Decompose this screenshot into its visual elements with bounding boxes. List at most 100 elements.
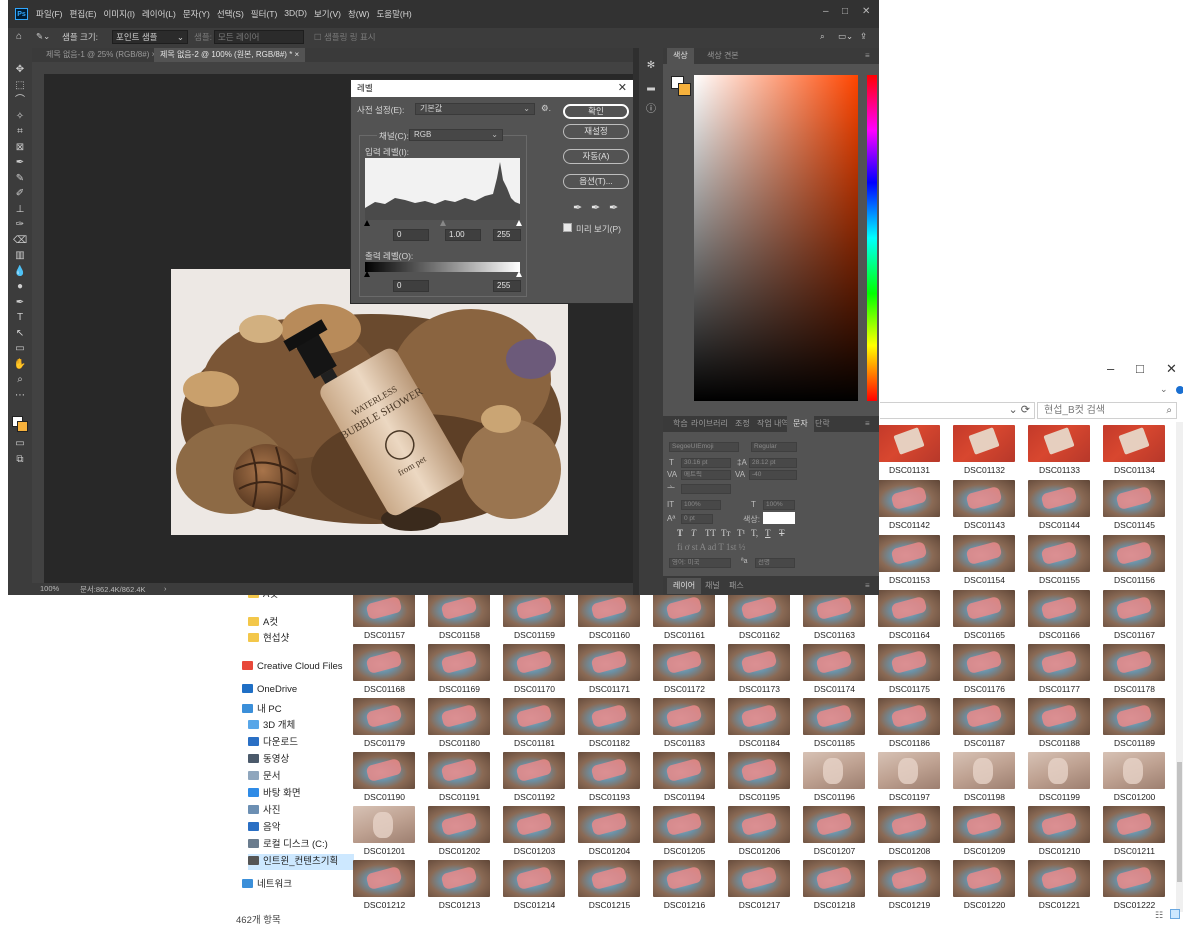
channel-select[interactable]: RGB ⌄ <box>409 129 503 141</box>
ps-close-button[interactable]: ✕ <box>862 6 870 17</box>
sidebar-item-12[interactable]: 음악 <box>248 820 280 836</box>
file-item[interactable]: DSC01200 <box>1097 752 1172 805</box>
background-color-swatch[interactable] <box>17 421 28 432</box>
help-icon[interactable] <box>1176 386 1183 394</box>
close-button[interactable]: ✕ <box>1166 361 1177 377</box>
tracking-field[interactable]: -40 <box>749 470 797 480</box>
char-tab-5[interactable]: 단락 <box>809 416 836 432</box>
levels-title-bar[interactable]: 레벨 ✕ <box>351 80 633 97</box>
file-item[interactable]: DSC01207 <box>797 806 872 859</box>
file-item[interactable]: DSC01179 <box>347 698 422 751</box>
white-point-eyedropper-icon[interactable]: ✒ <box>609 201 618 214</box>
search-input[interactable]: 현섭_B컷 검색 <box>1044 405 1105 416</box>
file-item[interactable]: DSC01208 <box>872 806 947 859</box>
eyedropper-tool-icon[interactable]: ✎⌄ <box>36 31 50 42</box>
sidebar-item-5[interactable]: 내 PC <box>242 702 282 718</box>
menu-item-10[interactable]: 도움말(H) <box>376 8 411 20</box>
file-item[interactable]: DSC01131 <box>872 425 947 478</box>
menu-item-8[interactable]: 보기(V) <box>314 8 341 20</box>
sidebar-item-15[interactable]: 네트워크 <box>242 877 292 893</box>
sidebar-item-7[interactable]: 다운로드 <box>248 735 298 751</box>
close-icon[interactable]: ✕ <box>618 80 627 97</box>
output-white-slider[interactable] <box>516 271 522 277</box>
opentype-ligatures-row[interactable]: fi ơ st A ad T 1st ½ <box>677 542 745 552</box>
dodge-tool-icon[interactable]: ● <box>13 281 27 293</box>
chevron-down-icon[interactable]: ⌄ <box>1160 384 1168 395</box>
reset-button[interactable]: 재설정 <box>563 124 629 139</box>
lasso-tool-icon[interactable]: ⌒ <box>13 95 27 107</box>
file-item[interactable]: DSC01165 <box>947 590 1022 643</box>
preset-options-icon[interactable]: ⚙. <box>541 103 551 114</box>
move-tool-icon[interactable]: ✥ <box>13 64 27 76</box>
eyedropper-tool-icon[interactable]: ✒ <box>13 157 27 169</box>
file-item[interactable]: DSC01192 <box>497 752 572 805</box>
file-item[interactable]: DSC01177 <box>1022 644 1097 697</box>
file-item[interactable]: DSC01145 <box>1097 480 1172 533</box>
file-item[interactable]: DSC01189 <box>1097 698 1172 751</box>
home-icon[interactable]: ⌂ <box>16 31 22 42</box>
file-item[interactable]: DSC01170 <box>497 644 572 697</box>
small-caps-button[interactable]: Tт <box>721 528 730 538</box>
color-swatches[interactable] <box>671 76 693 98</box>
file-item[interactable]: DSC01134 <box>1097 425 1172 478</box>
input-gamma-value[interactable]: 1.00 <box>445 229 481 241</box>
font-family-select[interactable]: SegoeUIEmoji <box>669 442 739 452</box>
tab-document-2[interactable]: 제목 없음-2 @ 100% (원본, RGB/8#) * × <box>154 48 306 62</box>
file-item[interactable]: DSC01204 <box>572 806 647 859</box>
more-tools-icon[interactable]: ⋯ <box>13 390 27 402</box>
menu-item-0[interactable]: 파일(F) <box>36 8 63 20</box>
preview-checkbox[interactable] <box>563 223 572 232</box>
output-white-value[interactable]: 255 <box>493 280 521 292</box>
info-panel-icon[interactable]: ⓘ <box>644 100 658 115</box>
font-style-select[interactable]: Regular <box>751 442 797 452</box>
menu-item-2[interactable]: 이미지(I) <box>103 8 134 20</box>
large-icons-view-icon[interactable] <box>1170 909 1180 919</box>
file-item[interactable]: DSC01185 <box>797 698 872 751</box>
tab-color[interactable]: 색상 <box>667 48 694 64</box>
file-item[interactable]: DSC01183 <box>647 698 722 751</box>
file-item[interactable]: DSC01193 <box>572 752 647 805</box>
strikethrough-button[interactable]: T <box>779 528 785 538</box>
file-item[interactable]: DSC01188 <box>1022 698 1097 751</box>
file-item[interactable]: DSC01195 <box>722 752 797 805</box>
sidebar-item-13[interactable]: 로컬 디스크 (C:) <box>248 837 328 853</box>
file-item[interactable]: DSC01169 <box>422 644 497 697</box>
file-item[interactable]: DSC01156 <box>1097 535 1172 588</box>
file-item[interactable]: DSC01162 <box>722 590 797 643</box>
sidebar-item-8[interactable]: 동영상 <box>248 752 289 768</box>
file-item[interactable]: DSC01220 <box>947 860 1022 913</box>
vertical-scale-field[interactable]: 100% <box>681 500 721 510</box>
file-item[interactable]: DSC01187 <box>947 698 1022 751</box>
file-item[interactable]: DSC01161 <box>647 590 722 643</box>
language-select[interactable]: 영어: 미국 <box>669 558 731 568</box>
input-white-value[interactable]: 255 <box>493 229 521 241</box>
file-item[interactable]: DSC01155 <box>1022 535 1097 588</box>
file-item[interactable]: DSC01168 <box>347 644 422 697</box>
kerning-field[interactable]: 메트릭 <box>681 470 731 480</box>
underline-button[interactable]: T <box>765 528 771 538</box>
menu-item-1[interactable]: 편집(E) <box>70 8 97 20</box>
file-item[interactable]: DSC01173 <box>722 644 797 697</box>
file-item[interactable]: DSC01190 <box>347 752 422 805</box>
search-box[interactable]: 현섭_B컷 검색 ⌕ <box>1037 402 1177 419</box>
history-brush-tool-icon[interactable]: ✑ <box>13 219 27 231</box>
black-point-eyedropper-icon[interactable]: ✒ <box>573 201 582 214</box>
faux-bold-button[interactable]: T <box>677 528 683 538</box>
file-item[interactable]: DSC01206 <box>722 806 797 859</box>
file-item[interactable]: DSC01171 <box>572 644 647 697</box>
file-item[interactable]: DSC01143 <box>947 480 1022 533</box>
input-black-slider[interactable] <box>364 220 370 226</box>
sidebar-item-1[interactable]: A컷 <box>248 615 278 631</box>
sidebar-item-9[interactable]: 문서 <box>248 769 280 785</box>
address-bar[interactable]: ⌄ ⟳ <box>880 402 1035 419</box>
file-item[interactable]: DSC01203 <box>497 806 572 859</box>
histogram-panel-icon[interactable]: ▂ <box>644 80 658 92</box>
file-item[interactable]: DSC01205 <box>647 806 722 859</box>
sidebar-item-14[interactable]: 인트윈_컨텐츠기획 <box>248 854 354 870</box>
panel-menu-icon[interactable]: ≡ <box>859 416 876 432</box>
input-black-value[interactable]: 0 <box>393 229 429 241</box>
zoom-level[interactable]: 100% <box>40 584 59 593</box>
vertical-scrollbar[interactable] <box>1176 422 1183 912</box>
file-item[interactable]: DSC01178 <box>1097 644 1172 697</box>
file-item[interactable]: DSC01184 <box>722 698 797 751</box>
